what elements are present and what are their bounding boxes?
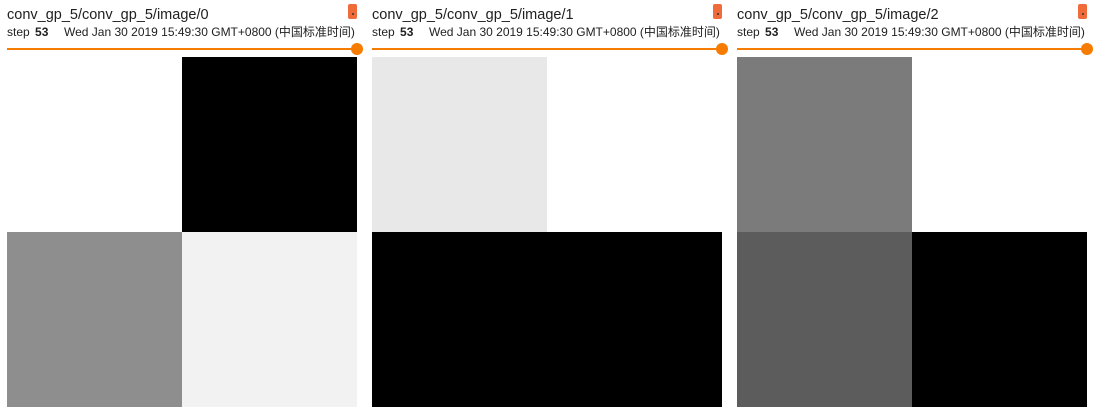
image-card: conv_gp_5/conv_gp_5/image/2 step 53 Wed … xyxy=(737,0,1093,415)
step-info: step 53 Wed Jan 30 2019 15:49:30 GMT+080… xyxy=(372,25,720,39)
image-preview xyxy=(737,57,1087,407)
step-value: 53 xyxy=(765,25,779,39)
image-card: conv_gp_5/conv_gp_5/image/1 step 53 Wed … xyxy=(372,0,728,415)
slider-knob[interactable] xyxy=(716,43,728,55)
pixel-cell xyxy=(7,232,182,407)
pixel-cell xyxy=(912,232,1087,407)
more-vert-icon xyxy=(351,13,354,15)
slider-knob[interactable] xyxy=(1081,43,1093,55)
pixel-cell xyxy=(182,232,357,407)
pixel-cell xyxy=(547,57,722,232)
step-slider[interactable] xyxy=(737,43,1093,55)
step-slider[interactable] xyxy=(7,43,363,55)
more-vert-icon xyxy=(716,13,719,15)
pixel-cell xyxy=(372,57,547,232)
card-title: conv_gp_5/conv_gp_5/image/0 xyxy=(7,7,209,23)
pixel-cell xyxy=(912,57,1087,232)
slider-track xyxy=(372,48,722,50)
step-label: step xyxy=(7,25,30,39)
slider-knob[interactable] xyxy=(351,43,363,55)
pixel-cell xyxy=(737,57,912,232)
step-value: 53 xyxy=(400,25,414,39)
pixel-cell xyxy=(547,232,722,407)
image-preview xyxy=(7,57,357,407)
step-info: step 53 Wed Jan 30 2019 15:49:30 GMT+080… xyxy=(7,25,355,39)
slider-track xyxy=(737,48,1087,50)
step-label: step xyxy=(372,25,395,39)
card-title: conv_gp_5/conv_gp_5/image/1 xyxy=(372,7,574,23)
wall-time: Wed Jan 30 2019 15:49:30 GMT+0800 (中国标准时… xyxy=(794,25,1085,39)
image-preview xyxy=(372,57,722,407)
pixel-cell xyxy=(7,57,182,232)
step-slider[interactable] xyxy=(372,43,728,55)
pixel-cell xyxy=(372,232,547,407)
card-menu-button[interactable] xyxy=(348,4,357,19)
slider-track xyxy=(7,48,357,50)
step-label: step xyxy=(737,25,760,39)
pixel-cell xyxy=(737,232,912,407)
pixel-cell xyxy=(182,57,357,232)
wall-time: Wed Jan 30 2019 15:49:30 GMT+0800 (中国标准时… xyxy=(429,25,720,39)
wall-time: Wed Jan 30 2019 15:49:30 GMT+0800 (中国标准时… xyxy=(64,25,355,39)
card-menu-button[interactable] xyxy=(1078,4,1087,19)
card-menu-button[interactable] xyxy=(713,4,722,19)
card-title: conv_gp_5/conv_gp_5/image/2 xyxy=(737,7,939,23)
more-vert-icon xyxy=(1081,13,1084,15)
image-card: conv_gp_5/conv_gp_5/image/0 step 53 Wed … xyxy=(7,0,363,415)
step-info: step 53 Wed Jan 30 2019 15:49:30 GMT+080… xyxy=(737,25,1085,39)
step-value: 53 xyxy=(35,25,49,39)
